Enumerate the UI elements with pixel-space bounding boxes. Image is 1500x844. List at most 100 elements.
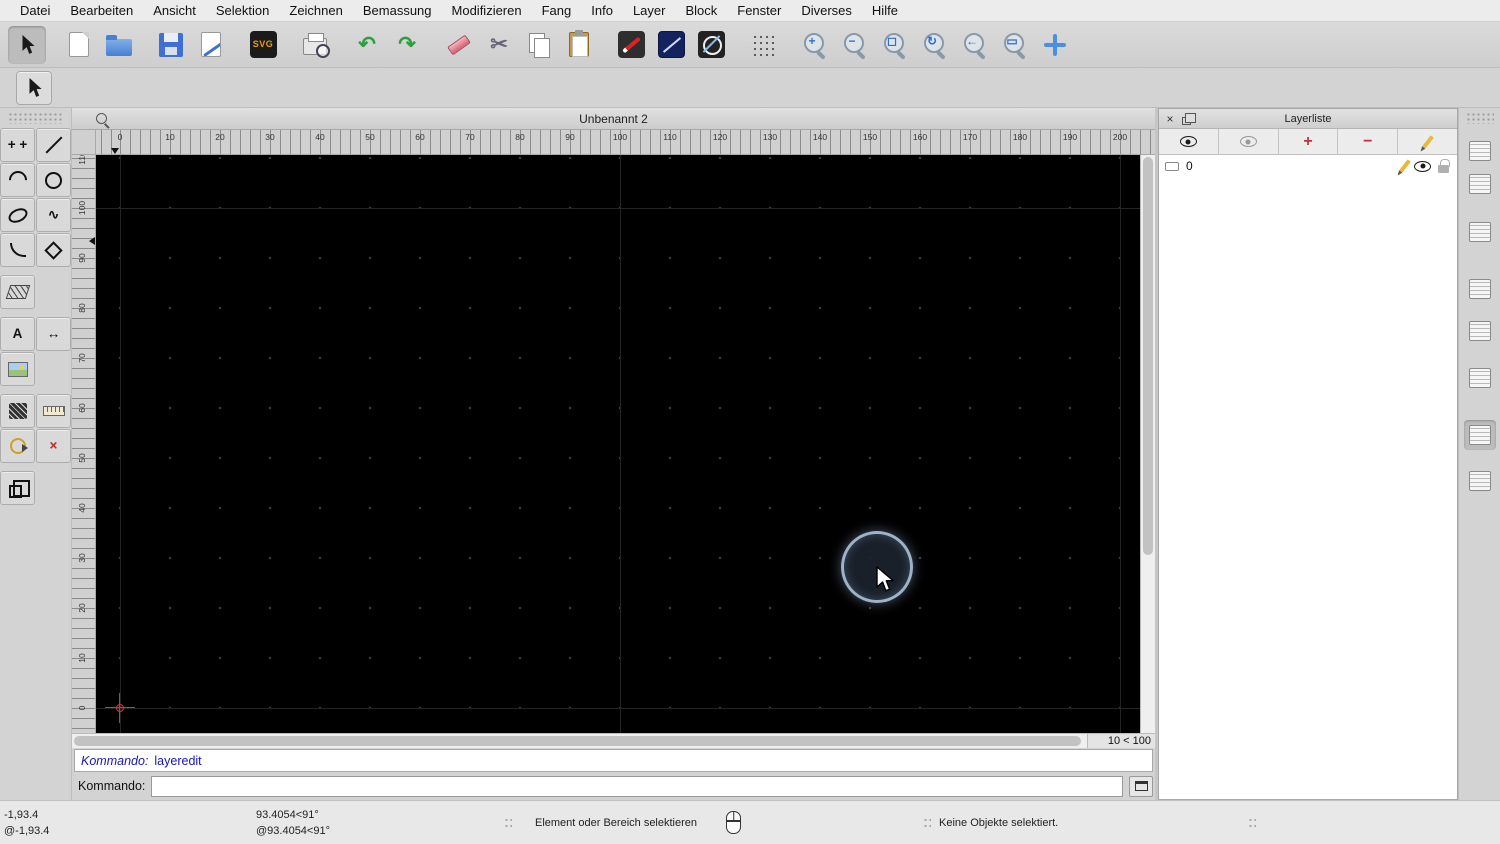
menu-fenster[interactable]: Fenster (727, 3, 791, 18)
zoom-redraw-button[interactable]: ↻ (916, 26, 954, 64)
drawing-canvas[interactable] (96, 155, 1140, 733)
delete-eraser-button[interactable] (440, 26, 478, 64)
command-input[interactable] (151, 775, 1123, 797)
export-svg-button[interactable]: SVG (244, 26, 282, 64)
draw-polygon-button[interactable] (36, 233, 71, 267)
v-ruler-label: 10 (77, 653, 87, 663)
menu-hilfe[interactable]: Hilfe (862, 3, 908, 18)
command-dock-button[interactable] (1129, 775, 1153, 797)
menu-selektion[interactable]: Selektion (206, 3, 279, 18)
draw-order-button[interactable] (692, 26, 730, 64)
dock-icon-1-button[interactable] (1464, 136, 1496, 166)
measure-button[interactable] (36, 394, 71, 428)
export-svg-icon: SVG (249, 31, 277, 58)
draw-ellipse-button[interactable] (0, 198, 35, 232)
layer-panel-header[interactable]: × Layerliste (1159, 109, 1457, 129)
insert-image-button[interactable] (0, 352, 35, 386)
dock-icon-5-button[interactable] (1464, 316, 1496, 346)
select-arrow-button[interactable] (8, 25, 46, 64)
hide-all-layers-button[interactable] (1218, 129, 1279, 154)
menu-datei[interactable]: Datei (10, 3, 60, 18)
close-panel-icon[interactable]: × (1164, 113, 1176, 125)
menu-diverses[interactable]: Diverses (791, 3, 862, 18)
h-ruler-label: 80 (515, 132, 525, 142)
menu-modifizieren[interactable]: Modifizieren (442, 3, 532, 18)
menu-zeichnen[interactable]: Zeichnen (279, 3, 352, 18)
draw-hatch-button[interactable] (0, 275, 35, 309)
dock-icon-2-button[interactable] (1464, 169, 1496, 199)
modify-layer-button[interactable] (1398, 129, 1457, 154)
menubar: Datei Bearbeiten Ansicht Selektion Zeichnen B… (0, 0, 1500, 22)
palette-drag-handle[interactable] (7, 112, 64, 124)
layer-color-chip (1165, 161, 1179, 171)
show-all-layers-button[interactable] (1159, 129, 1219, 154)
zoom-previous-button[interactable]: ← (956, 26, 994, 64)
cut-button[interactable]: ✂ (480, 26, 518, 64)
draw-arc-button[interactable] (0, 163, 35, 197)
draw-polyline-button[interactable] (0, 233, 35, 267)
vertical-scrollbar-thumb[interactable] (1143, 157, 1153, 555)
menu-layer[interactable]: Layer (623, 3, 676, 18)
print-preview-button[interactable] (296, 26, 334, 64)
snap-clear-button[interactable]: × (36, 429, 71, 463)
open-file-button[interactable] (100, 26, 138, 64)
modify-order-button[interactable] (0, 429, 35, 463)
add-layer-button[interactable]: + (1278, 129, 1339, 154)
h-ruler-label: 90 (565, 132, 575, 142)
zoom-pan-button[interactable] (1036, 26, 1074, 64)
draw-spline-button[interactable]: ∿ (36, 198, 71, 232)
select-tool-button[interactable] (16, 70, 52, 105)
menu-bearbeiten[interactable]: Bearbeiten (60, 3, 143, 18)
menu-block[interactable]: Block (675, 3, 727, 18)
grid-toggle-button[interactable] (744, 26, 782, 64)
float-panel-icon[interactable] (1182, 113, 1196, 125)
dock-icon-7-button[interactable] (1463, 420, 1496, 450)
pen-attributes-icon (617, 31, 645, 58)
layer-lock-icon[interactable] (1438, 159, 1450, 173)
copy-button[interactable] (520, 26, 558, 64)
paste-icon (569, 30, 589, 57)
line-attributes-button[interactable] (652, 26, 690, 64)
dock-drag-handle[interactable] (1465, 112, 1494, 124)
paste-button[interactable] (560, 26, 598, 64)
horizontal-scrollbar-thumb[interactable] (74, 736, 1081, 746)
view-isometric-button[interactable] (0, 471, 35, 505)
menu-fang[interactable]: Fang (532, 3, 582, 18)
h-ruler-marker (111, 148, 119, 154)
edit-hatch-button[interactable] (0, 394, 35, 428)
layer-visible-icon[interactable] (1414, 160, 1431, 172)
save-button[interactable] (152, 26, 190, 64)
zoom-in-button[interactable]: + (796, 26, 834, 64)
new-document-button[interactable] (60, 26, 98, 64)
zoom-auto-button[interactable]: ◻ (876, 26, 914, 64)
save-as-button[interactable] (192, 26, 230, 64)
horizontal-scrollbar[interactable] (72, 734, 1087, 748)
layer-row[interactable]: 0 (1159, 155, 1457, 177)
command-history-label: Kommando: (81, 753, 149, 768)
draw-point-button[interactable]: + + (0, 128, 35, 162)
pen-attributes-button[interactable] (612, 26, 650, 64)
draw-circle-button[interactable] (36, 163, 71, 197)
dimension-button[interactable]: ↔ (36, 317, 71, 351)
layer-edit-icon[interactable] (1399, 159, 1411, 173)
draw-point-icon: + + (7, 137, 28, 153)
dock-icon-3-button[interactable] (1464, 217, 1496, 247)
redo-button[interactable]: ↷ (388, 26, 426, 64)
zoom-window-button[interactable]: ▭ (996, 26, 1034, 64)
menu-ansicht[interactable]: Ansicht (143, 3, 206, 18)
v-ruler-label: 80 (77, 303, 87, 313)
h-ruler-label: 30 (265, 132, 275, 142)
menu-bemassung[interactable]: Bemassung (353, 3, 442, 18)
dock-icon-8-button[interactable] (1464, 466, 1496, 496)
draw-text-button[interactable]: A (0, 317, 35, 351)
dock-icon-4-button[interactable] (1464, 274, 1496, 304)
undo-button[interactable]: ↶ (348, 26, 386, 64)
document-titlebar[interactable]: Unbenannt 2 (72, 108, 1155, 130)
vertical-scrollbar[interactable] (1140, 155, 1155, 733)
draw-line-button[interactable] (36, 128, 71, 162)
remove-layer-button[interactable]: − (1338, 129, 1399, 154)
ruler-row: 0 10 20 30 40 50 60 70 80 90 100 110 120 130 140 150 160… (72, 130, 1155, 155)
dock-icon-6-button[interactable] (1464, 363, 1496, 393)
menu-info[interactable]: Info (581, 3, 623, 18)
zoom-out-button[interactable]: − (836, 26, 874, 64)
